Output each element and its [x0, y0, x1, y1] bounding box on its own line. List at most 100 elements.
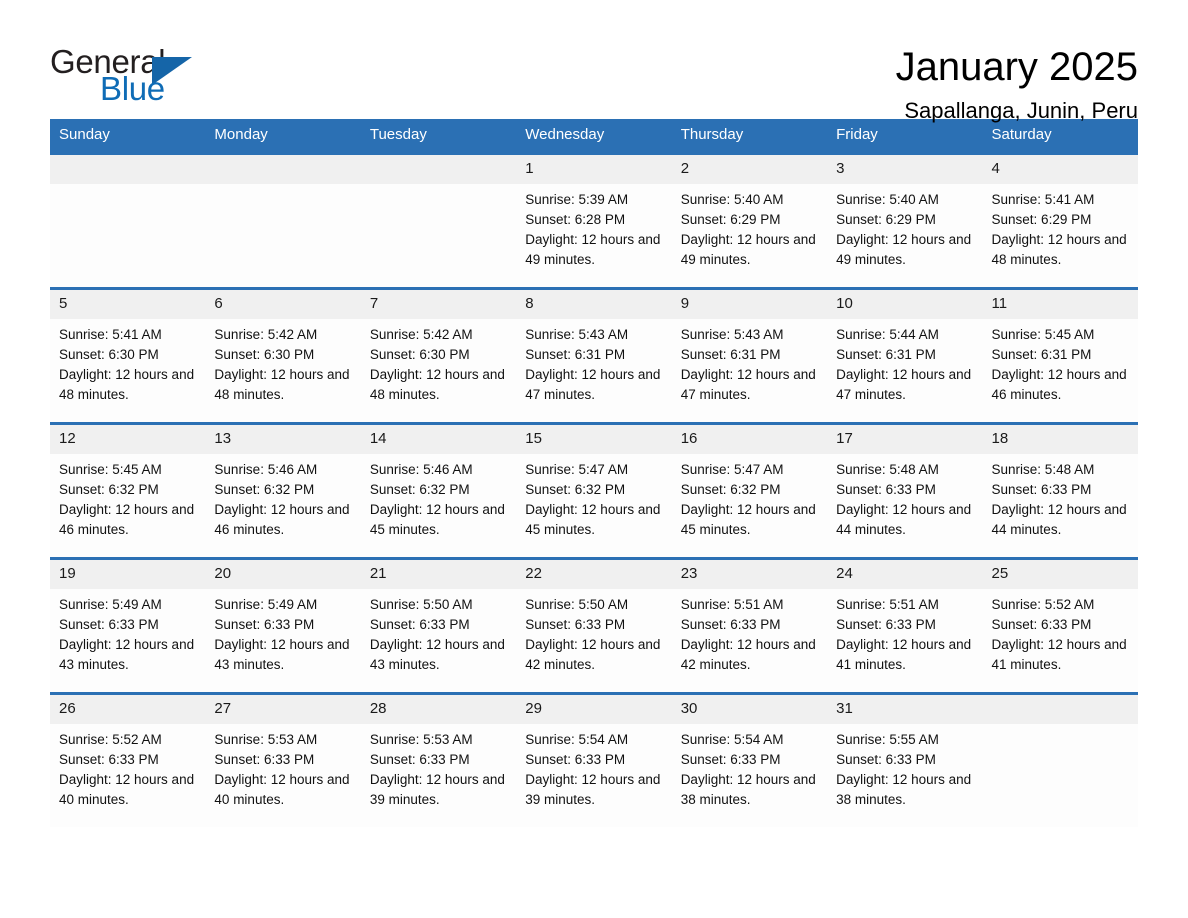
calendar-day-cell[interactable]: 4 Sunrise: 5:41 AM Sunset: 6:29 PM Daylight…: [982, 152, 1138, 289]
daylight-text: Daylight: 12 hours and 39 minutes.: [369, 772, 505, 807]
general-blue-logo[interactable]: General Blue: [50, 44, 200, 110]
day-number: 13: [205, 425, 361, 454]
calendar-day-cell[interactable]: 3 Sunrise: 5:40 AM Sunset: 6:29 PM Daylight…: [827, 152, 983, 289]
calendar-day-cell[interactable]: 27 Sunrise: 5:53 AM Sunset: 6:33 PM Dayligh…: [205, 692, 361, 827]
day-cell-inner: 15 Sunrise: 5:47 AM Sunset: 6:32 PM Dayligh…: [516, 425, 672, 557]
daylight-text: Daylight: 12 hours and 43 minutes.: [59, 637, 195, 672]
sunrise-text: Sunrise: 5:52 AM: [59, 732, 162, 747]
calendar-day-cell[interactable]: 10 Sunrise: 5:44 AM Sunset: 6:31 PM Dayligh…: [827, 287, 983, 424]
day-cell-inner: 14 Sunrise: 5:46 AM Sunset: 6:32 PM Dayligh…: [360, 425, 517, 557]
sunset-text: Sunset: 6:31 PM: [991, 347, 1092, 362]
title-block: January 2025 Sapallanga, Junin, Peru: [896, 44, 1138, 126]
calendar-week-row: 1 Sunrise: 5:39 AM Sunset: 6:28 PM Daylight…: [50, 152, 1138, 289]
calendar-day-cell[interactable]: 26 Sunrise: 5:52 AM Sunset: 6:33 PM Dayligh…: [50, 692, 206, 827]
sunset-text: Sunset: 6:33 PM: [836, 752, 936, 767]
day-cell-inner: 24 Sunrise: 5:51 AM Sunset: 6:33 PM Dayligh…: [827, 560, 983, 692]
calendar-day-cell[interactable]: 31 Sunrise: 5:55 AM Sunset: 6:33 PM Dayligh…: [827, 692, 983, 827]
day-details: Sunrise: 5:45 AM Sunset: 6:32 PM Daylight:…: [50, 454, 205, 540]
day-number: 30: [671, 695, 828, 724]
sunrise-text: Sunrise: 5:42 AM: [369, 327, 473, 342]
daylight-text: Daylight: 12 hours and 44 minutes.: [836, 502, 972, 537]
sunset-text: Sunset: 6:30 PM: [59, 347, 159, 362]
calendar-day-cell[interactable]: 8 Sunrise: 5:43 AM Sunset: 6:31 PM Daylight…: [516, 287, 672, 424]
day-number: 3: [827, 155, 983, 184]
day-number: 2: [671, 155, 828, 184]
day-number: 20: [205, 560, 361, 589]
daylight-text: Daylight: 12 hours and 38 minutes.: [680, 772, 816, 807]
day-cell-inner: [205, 155, 361, 287]
calendar-day-cell[interactable]: 23 Sunrise: 5:51 AM Sunset: 6:33 PM Dayligh…: [671, 557, 828, 694]
day-cell-inner: 6 Sunrise: 5:42 AM Sunset: 6:30 PM Daylight…: [205, 290, 361, 422]
daylight-text: Daylight: 12 hours and 43 minutes.: [369, 637, 505, 672]
calendar-day-cell[interactable]: 22 Sunrise: 5:50 AM Sunset: 6:33 PM Dayligh…: [516, 557, 672, 694]
calendar-week-row: 26 Sunrise: 5:52 AM Sunset: 6:33 PM Dayligh…: [50, 692, 1138, 827]
day-details: Sunrise: 5:42 AM Sunset: 6:30 PM Daylight:…: [361, 319, 516, 405]
page-title: January 2025: [895, 45, 1138, 89]
day-number: 26: [50, 695, 206, 724]
sunset-text: Sunset: 6:33 PM: [836, 617, 936, 632]
calendar-day-cell[interactable]: 13 Sunrise: 5:46 AM Sunset: 6:32 PM Dayligh…: [205, 422, 361, 559]
day-number: 16: [671, 425, 828, 454]
day-details: Sunrise: 5:46 AM Sunset: 6:32 PM Daylight:…: [205, 454, 360, 540]
day-details: Sunrise: 5:43 AM Sunset: 6:31 PM Daylight:…: [516, 319, 671, 405]
calendar-day-cell[interactable]: 28 Sunrise: 5:53 AM Sunset: 6:33 PM Dayligh…: [360, 692, 517, 827]
sunrise-text: Sunrise: 5:51 AM: [836, 597, 939, 612]
sunrise-text: Sunrise: 5:41 AM: [991, 192, 1095, 207]
day-details: Sunrise: 5:50 AM Sunset: 6:33 PM Daylight:…: [361, 589, 516, 675]
sunrise-text: Sunrise: 5:51 AM: [680, 597, 784, 612]
calendar-day-cell[interactable]: 15 Sunrise: 5:47 AM Sunset: 6:32 PM Dayligh…: [516, 422, 672, 559]
day-details: Sunrise: 5:41 AM Sunset: 6:30 PM Daylight:…: [50, 319, 205, 405]
sunrise-text: Sunrise: 5:43 AM: [680, 327, 784, 342]
calendar-body: 1 Sunrise: 5:39 AM Sunset: 6:28 PM Daylight…: [50, 152, 1138, 827]
daylight-text: Daylight: 12 hours and 40 minutes.: [214, 772, 350, 807]
day-cell-inner: 18 Sunrise: 5:48 AM Sunset: 6:33 PM Dayligh…: [982, 425, 1138, 557]
calendar-day-cell[interactable]: 30 Sunrise: 5:54 AM Sunset: 6:33 PM Dayligh…: [671, 692, 828, 827]
sunrise-text: Sunrise: 5:53 AM: [369, 732, 473, 747]
calendar-day-cell[interactable]: 5 Sunrise: 5:41 AM Sunset: 6:30 PM Daylight…: [50, 287, 206, 424]
calendar-day-cell[interactable]: 6 Sunrise: 5:42 AM Sunset: 6:30 PM Daylight…: [205, 287, 361, 424]
sunrise-text: Sunrise: 5:47 AM: [525, 462, 629, 477]
calendar-day-cell[interactable]: 17 Sunrise: 5:48 AM Sunset: 6:33 PM Dayligh…: [827, 422, 983, 559]
calendar-day-cell[interactable]: 9 Sunrise: 5:43 AM Sunset: 6:31 PM Daylight…: [671, 287, 828, 424]
sunset-text: Sunset: 6:33 PM: [991, 482, 1092, 497]
sunset-text: Sunset: 6:32 PM: [525, 482, 626, 497]
sunset-text: Sunset: 6:31 PM: [836, 347, 936, 362]
calendar-day-cell[interactable]: 18 Sunrise: 5:48 AM Sunset: 6:33 PM Dayligh…: [982, 422, 1138, 559]
sunset-text: Sunset: 6:33 PM: [991, 617, 1092, 632]
calendar-day-cell[interactable]: 21 Sunrise: 5:50 AM Sunset: 6:33 PM Dayligh…: [360, 557, 517, 694]
calendar-day-cell[interactable]: 14 Sunrise: 5:46 AM Sunset: 6:32 PM Dayligh…: [360, 422, 517, 559]
calendar-day-cell[interactable]: 2 Sunrise: 5:40 AM Sunset: 6:29 PM Daylight…: [671, 152, 828, 289]
day-cell-inner: 5 Sunrise: 5:41 AM Sunset: 6:30 PM Daylight…: [50, 290, 206, 422]
daylight-text: Daylight: 12 hours and 49 minutes.: [525, 232, 661, 267]
daylight-text: Daylight: 12 hours and 48 minutes.: [991, 232, 1127, 267]
calendar-day-cell[interactable]: 24 Sunrise: 5:51 AM Sunset: 6:33 PM Dayligh…: [827, 557, 983, 694]
sunset-text: Sunset: 6:33 PM: [525, 752, 626, 767]
calendar-day-cell-empty: [982, 692, 1138, 827]
daylight-text: Daylight: 12 hours and 45 minutes.: [680, 502, 816, 537]
sunset-text: Sunset: 6:33 PM: [59, 617, 159, 632]
day-number: 10: [827, 290, 983, 319]
sunset-text: Sunset: 6:32 PM: [369, 482, 470, 497]
day-number: 8: [516, 290, 672, 319]
day-number: 15: [516, 425, 672, 454]
calendar-day-cell[interactable]: 1 Sunrise: 5:39 AM Sunset: 6:28 PM Daylight…: [516, 152, 672, 289]
calendar-week-row: 19 Sunrise: 5:49 AM Sunset: 6:33 PM Dayligh…: [50, 557, 1138, 694]
sunset-text: Sunset: 6:29 PM: [991, 212, 1092, 227]
day-cell-inner: 20 Sunrise: 5:49 AM Sunset: 6:33 PM Dayligh…: [205, 560, 361, 692]
calendar-day-cell[interactable]: 11 Sunrise: 5:45 AM Sunset: 6:31 PM Dayligh…: [982, 287, 1138, 424]
day-cell-inner: 23 Sunrise: 5:51 AM Sunset: 6:33 PM Dayligh…: [671, 560, 828, 692]
calendar-day-cell[interactable]: 20 Sunrise: 5:49 AM Sunset: 6:33 PM Dayligh…: [205, 557, 361, 694]
sunset-text: Sunset: 6:33 PM: [680, 617, 781, 632]
logo-text-blue: Blue: [100, 70, 165, 107]
calendar-day-cell[interactable]: 19 Sunrise: 5:49 AM Sunset: 6:33 PM Dayligh…: [50, 557, 206, 694]
daylight-text: Daylight: 12 hours and 41 minutes.: [836, 637, 972, 672]
day-number: 12: [50, 425, 206, 454]
calendar-day-cell[interactable]: 16 Sunrise: 5:47 AM Sunset: 6:32 PM Dayligh…: [671, 422, 828, 559]
day-cell-inner: 28 Sunrise: 5:53 AM Sunset: 6:33 PM Dayligh…: [360, 695, 517, 827]
calendar-day-cell[interactable]: 7 Sunrise: 5:42 AM Sunset: 6:30 PM Daylight…: [360, 287, 517, 424]
sunset-text: Sunset: 6:30 PM: [214, 347, 315, 362]
calendar-day-cell[interactable]: 29 Sunrise: 5:54 AM Sunset: 6:33 PM Dayligh…: [516, 692, 672, 827]
calendar-day-cell[interactable]: 12 Sunrise: 5:45 AM Sunset: 6:32 PM Dayligh…: [50, 422, 206, 559]
day-number: 24: [827, 560, 983, 589]
calendar-day-cell[interactable]: 25 Sunrise: 5:52 AM Sunset: 6:33 PM Dayligh…: [982, 557, 1138, 694]
